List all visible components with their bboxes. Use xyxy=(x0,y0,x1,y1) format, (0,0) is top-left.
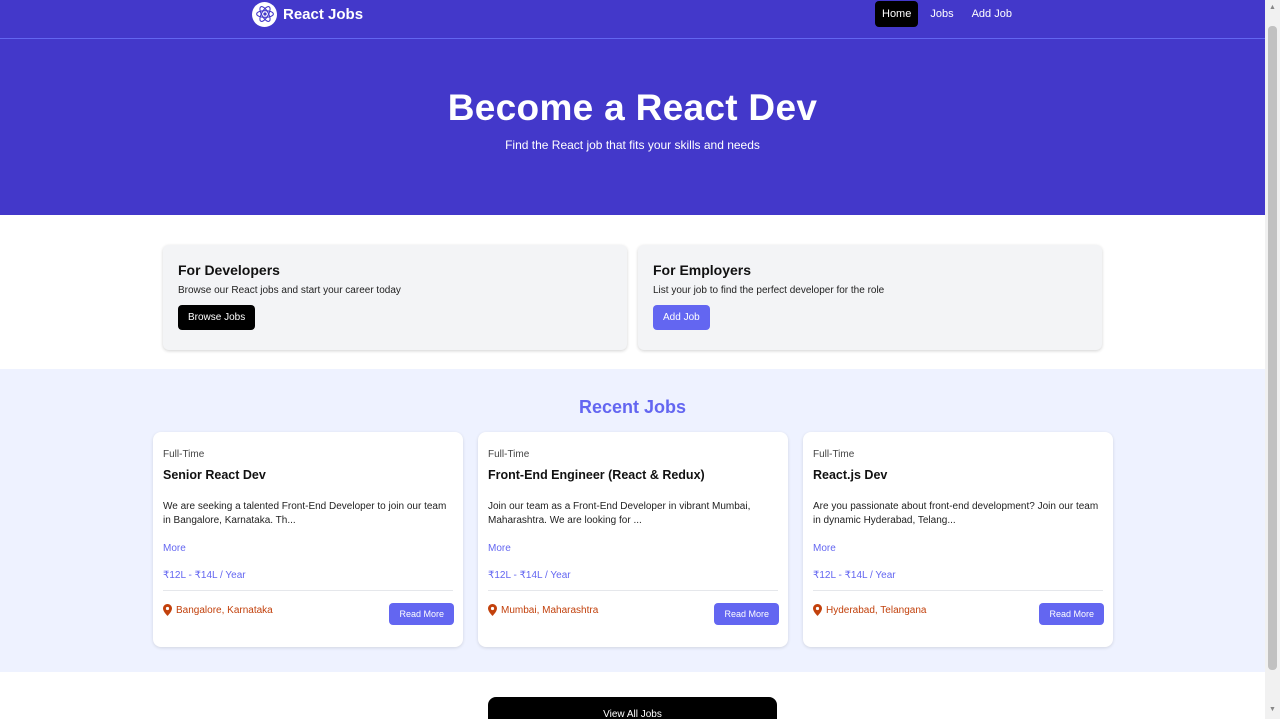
scrollbar[interactable]: ▲ ▼ xyxy=(1265,0,1280,719)
job-more-link[interactable]: More xyxy=(813,543,836,554)
job-type: Full-Time xyxy=(488,449,530,460)
job-card: Full-Time Senior React Dev We are seekin… xyxy=(153,432,463,647)
job-more-link[interactable]: More xyxy=(488,543,511,554)
job-salary: ₹12L - ₹14L / Year xyxy=(813,570,896,581)
map-marker-icon xyxy=(813,604,822,616)
divider xyxy=(488,590,778,591)
job-description: Are you passionate about front-end devel… xyxy=(813,501,1099,526)
nav-jobs[interactable]: Jobs xyxy=(924,1,959,27)
job-description: We are seeking a talented Front-End Deve… xyxy=(163,501,447,526)
job-location: Hyderabad, Telangana xyxy=(813,604,926,616)
employers-card-text: List your job to find the perfect develo… xyxy=(653,285,885,296)
add-job-button[interactable]: Add Job xyxy=(653,305,710,330)
hero-subtitle: Find the React job that fits your skills… xyxy=(505,138,760,152)
scroll-down-icon[interactable]: ▼ xyxy=(1268,706,1277,716)
job-type: Full-Time xyxy=(163,449,205,460)
react-logo-icon xyxy=(252,1,277,27)
job-location-text: Bangalore, Karnataka xyxy=(176,604,273,616)
job-title: Front-End Engineer (React & Redux) xyxy=(488,468,705,482)
employers-card: For Employers List your job to find the … xyxy=(638,245,1102,350)
brand-name: React Jobs xyxy=(283,5,364,23)
job-location: Bangalore, Karnataka xyxy=(163,604,273,616)
divider xyxy=(813,590,1103,591)
scrollbar-thumb[interactable] xyxy=(1268,26,1277,670)
job-location: Mumbai, Maharashtra xyxy=(488,604,598,616)
scroll-up-icon[interactable]: ▲ xyxy=(1268,4,1277,14)
map-marker-icon xyxy=(163,604,172,616)
navbar: React Jobs Home Jobs Add Job xyxy=(0,0,1265,39)
map-marker-icon xyxy=(488,604,497,616)
read-more-button[interactable]: Read More xyxy=(389,603,454,625)
job-salary: ₹12L - ₹14L / Year xyxy=(488,570,571,581)
read-more-button[interactable]: Read More xyxy=(1039,603,1104,625)
employers-card-title: For Employers xyxy=(653,262,752,278)
recent-jobs-title: Recent Jobs xyxy=(578,397,687,417)
hero: Become a React Dev Find the React job th… xyxy=(0,39,1265,215)
job-type: Full-Time xyxy=(813,449,855,460)
job-title: React.js Dev xyxy=(813,468,888,482)
browse-jobs-button[interactable]: Browse Jobs xyxy=(178,305,256,330)
developers-card-text: Browse our React jobs and start your car… xyxy=(178,285,401,296)
recent-jobs-section: Recent Jobs Full-Time Senior React Dev W… xyxy=(0,369,1265,672)
job-location-text: Mumbai, Maharashtra xyxy=(501,604,599,616)
nav-add-job[interactable]: Add Job xyxy=(966,1,1018,27)
job-description: Join our team as a Front-End Developer i… xyxy=(488,501,751,526)
hero-title: Become a React Dev xyxy=(447,87,818,128)
divider xyxy=(163,590,453,591)
job-card: Full-Time Front-End Engineer (React & Re… xyxy=(478,432,788,647)
job-location-text: Hyderabad, Telangana xyxy=(826,604,927,616)
nav-home[interactable]: Home xyxy=(875,1,919,27)
job-card: Full-Time React.js Dev Are you passionat… xyxy=(803,432,1113,647)
developers-card-title: For Developers xyxy=(178,262,280,278)
job-title: Senior React Dev xyxy=(163,468,266,482)
nav-links: Home Jobs Add Job xyxy=(875,1,1018,27)
job-more-link[interactable]: More xyxy=(163,543,186,554)
view-all-jobs-button[interactable]: View All Jobs xyxy=(488,697,777,719)
developers-card: For Developers Browse our React jobs and… xyxy=(163,245,627,350)
brand[interactable]: React Jobs xyxy=(252,1,363,27)
job-salary: ₹12L - ₹14L / Year xyxy=(163,570,246,581)
read-more-button[interactable]: Read More xyxy=(714,603,779,625)
